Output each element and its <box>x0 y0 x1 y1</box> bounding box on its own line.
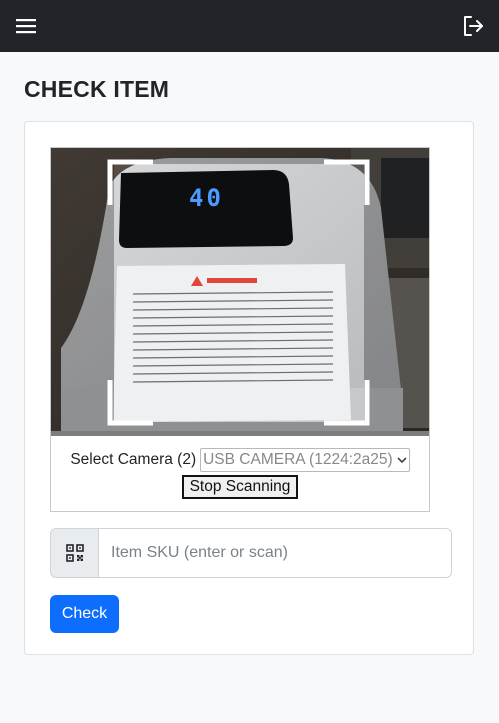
menu-button[interactable] <box>13 13 39 39</box>
navbar <box>0 0 499 52</box>
logout-button[interactable] <box>460 13 486 39</box>
check-button[interactable]: Check <box>50 595 119 633</box>
device-display-reading: 40 <box>189 184 224 212</box>
qr-code-icon <box>65 544 84 562</box>
camera-select[interactable]: USB CAMERA (1224:2a25) <box>200 448 410 472</box>
qr-scan-button[interactable] <box>50 528 99 578</box>
page-title: CHECK ITEM <box>24 76 170 102</box>
sku-input-group <box>50 528 452 578</box>
camera-preview: 40 <box>51 148 429 436</box>
camera-feed-image <box>51 148 429 436</box>
scan-divider <box>51 431 429 436</box>
sku-input[interactable] <box>98 528 452 578</box>
scanner-controls: Select Camera (2) USB CAMERA (1224:2a25)… <box>51 448 429 499</box>
camera-select-label: Select Camera (2) <box>70 451 197 468</box>
stop-scanning-button[interactable]: Stop Scanning <box>181 475 299 499</box>
chevron-down-icon <box>397 457 407 464</box>
hamburger-menu-icon <box>16 19 36 34</box>
qr-reader: 40 Select Camera (2) USB CAMERA (1224:2a… <box>50 147 430 512</box>
logout-icon <box>464 16 483 36</box>
check-item-card: 40 Select Camera (2) USB CAMERA (1224:2a… <box>24 121 474 655</box>
camera-select-value: USB CAMERA (1224:2a25) <box>203 451 393 468</box>
